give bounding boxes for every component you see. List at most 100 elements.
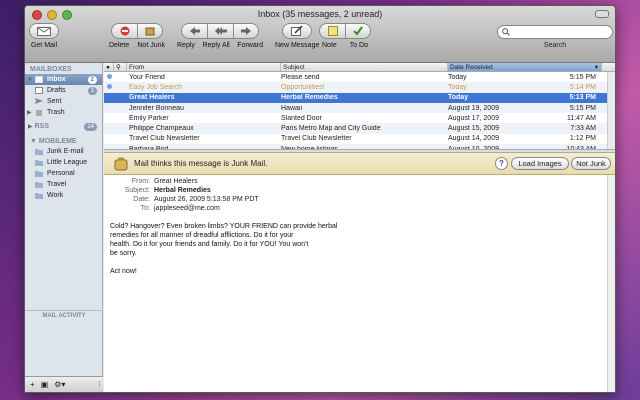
compose-icon [291, 26, 303, 36]
disclosure-triangle-icon[interactable]: ▶ [28, 123, 33, 130]
mobileme-folders: Junk E-mail Little League Personal Travel Wo… [25, 146, 102, 201]
reply-all-icon [214, 27, 227, 35]
row-subject: Opportunities! [281, 83, 325, 91]
mobileme-label: MOBILEME [38, 138, 77, 145]
to-label: To: [140, 205, 150, 212]
attachment-column[interactable]: ⚲ [114, 63, 127, 71]
sidebar-item-drafts[interactable]: Drafts 1 [25, 85, 102, 96]
body-line: health. Do it for your friends and famil… [110, 241, 309, 248]
row-subject: Travel Club Newsletter [281, 135, 352, 143]
body-line: Cold? Hangover? Even broken limbs? YOUR … [110, 223, 338, 230]
table-row[interactable]: Emily Parker Slanted Door August 17, 2009 1… [104, 113, 615, 123]
message-body-scrollbar[interactable] [607, 175, 615, 392]
row-date: Today [448, 73, 467, 81]
help-button[interactable]: ? [495, 157, 508, 170]
todo-label: To Do [349, 42, 368, 49]
message-date: August 26, 2009 5:13:58 PM PDT [154, 196, 259, 203]
sidebar-item-folder[interactable]: Junk E-mail [25, 146, 102, 157]
row-time: 5:15 PM [569, 73, 596, 81]
search-input[interactable] [497, 25, 613, 39]
sidebar: MAILBOXES ▼ Inbox 2 Drafts 1 Sent ▶ Tras… [25, 63, 103, 392]
body-line [110, 258, 337, 267]
row-time: 11:47 AM [566, 114, 596, 122]
body-line: be sorry. [110, 250, 137, 257]
mail-activity-header: MAIL ACTIVITY [25, 310, 103, 319]
sidebar-item-label: Personal [47, 170, 75, 177]
table-row[interactable]: Great Healers Herbal Remedies Today 5:13 PM [104, 92, 615, 103]
new-message-button[interactable]: New Message [275, 23, 319, 49]
delete-button[interactable]: Delete Not Junk [109, 23, 165, 49]
sidebar-item-folder[interactable]: Travel [25, 179, 102, 190]
table-row[interactable]: Your Friend Please send Today 5:15 PM [104, 72, 615, 82]
window-title: Inbox (35 messages, 2 unread) [257, 9, 383, 19]
sort-descending-icon: ▾ [594, 64, 598, 71]
search-label: Search [543, 42, 567, 49]
folder-icon [35, 149, 43, 155]
row-date: Today [448, 94, 469, 102]
sidebar-item-rss[interactable]: ▶ RSS 14 [25, 121, 102, 132]
row-time: 5:15 PM [569, 104, 596, 112]
show-photo-browser-button[interactable]: ▣ [41, 380, 49, 389]
from-label: From: [131, 178, 150, 185]
read-status-column[interactable]: ● [104, 63, 114, 71]
mobileme-header[interactable]: ▼ MOBILEME [25, 135, 102, 146]
subject-label: Subject: [124, 187, 150, 194]
not-junk-label: Not Junk [137, 42, 165, 49]
sidebar-item-folder[interactable]: Work [25, 190, 102, 201]
sidebar-item-sent[interactable]: Sent [25, 96, 102, 107]
message-list-scrollbar[interactable] [607, 72, 615, 149]
body-line: remedies for all manner of dreadful affl… [110, 232, 294, 239]
sidebar-item-folder[interactable]: Little League [25, 157, 102, 168]
get-mail-button[interactable]: Get Mail [29, 23, 59, 49]
table-row[interactable]: Easy Job Search Opportunities! Today 5:14 P… [104, 82, 615, 93]
message-body: Cold? Hangover? Even broken limbs? YOUR … [110, 222, 337, 276]
unread-indicator [104, 73, 114, 81]
reply-group: Reply Reply All Forward [177, 23, 263, 49]
reply-label: Reply [177, 42, 195, 49]
toolbar-toggle-button[interactable] [595, 10, 609, 18]
todo-button[interactable] [345, 23, 371, 39]
note-label: Note [322, 42, 337, 49]
not-junk-banner-button[interactable]: Not Junk [571, 157, 611, 170]
row-subject: Herbal Remedies [281, 94, 338, 102]
row-from: Jennifer Bonneau [129, 104, 184, 112]
row-from: Great Healers [129, 94, 175, 102]
folder-icon [35, 193, 43, 199]
row-subject: Hawaii [281, 104, 303, 112]
note-button[interactable] [319, 23, 345, 39]
add-mailbox-button[interactable]: + [30, 380, 35, 389]
mailboxes-header: MAILBOXES [30, 66, 72, 73]
folder-icon [35, 182, 43, 188]
column-date-received[interactable]: Date Received ▾ [448, 63, 602, 71]
load-images-button[interactable]: Load Images [511, 157, 569, 170]
disclosure-triangle-icon[interactable]: ▼ [27, 77, 33, 83]
action-menu-button[interactable]: ⚙▾ [54, 380, 65, 389]
row-time: 1:12 PM [569, 135, 596, 143]
message-from[interactable]: Great Healers [154, 178, 198, 185]
reply-all-button[interactable] [207, 23, 233, 39]
sidebar-item-inbox[interactable]: ▼ Inbox 2 [25, 74, 102, 85]
date-label: Date: [133, 196, 150, 203]
column-subject[interactable]: Subject [281, 63, 448, 71]
row-from: Easy Job Search [129, 83, 182, 91]
inbox-icon [35, 76, 43, 83]
reply-button[interactable] [181, 23, 207, 39]
message-to[interactable]: jappleseed@me.com [154, 205, 220, 212]
disclosure-triangle-icon[interactable]: ▼ [30, 138, 39, 145]
checkmark-icon [353, 26, 363, 36]
column-from[interactable]: From [127, 63, 281, 71]
sidebar-item-trash[interactable]: ▶ Trash [25, 107, 102, 118]
table-row[interactable]: Philippe Champeaux Paris Metro Map and Ci… [104, 123, 615, 134]
table-row[interactable]: Travel Club Newsletter Travel Club Newsle… [104, 134, 615, 144]
disclosure-triangle-icon[interactable]: ▶ [27, 109, 32, 116]
row-subject: Slanted Door [281, 114, 322, 122]
sidebar-item-folder[interactable]: Personal [25, 168, 102, 179]
forward-button[interactable] [233, 23, 259, 39]
not-junk-button[interactable] [137, 23, 163, 39]
resize-handle-icon[interactable]: ⁞ [98, 382, 100, 388]
table-row[interactable]: Jennifer Bonneau Hawaii August 19, 2009 5:1… [104, 102, 615, 114]
main-pane: ● ⚲ From Subject Date Received ▾ Your Fr… [104, 63, 615, 392]
search-icon [502, 28, 510, 36]
note-icon [327, 26, 338, 36]
sidebar-item-label: Trash [47, 109, 65, 116]
